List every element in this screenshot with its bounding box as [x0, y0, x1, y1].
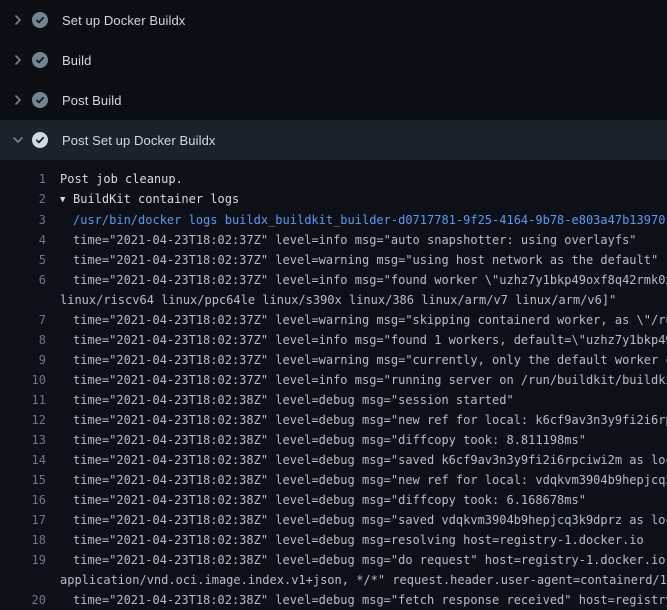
- step-label: Set up Docker Buildx: [62, 13, 185, 28]
- log-text: time="2021-04-23T18:02:37Z" level=warnin…: [46, 250, 658, 270]
- log-line: 12time="2021-04-23T18:02:38Z" level=debu…: [0, 410, 667, 430]
- line-number[interactable]: 6: [0, 270, 46, 290]
- log-text: time="2021-04-23T18:02:38Z" level=debug …: [46, 410, 667, 430]
- check-circle-icon: [32, 52, 48, 68]
- log-line: 16time="2021-04-23T18:02:38Z" level=debu…: [0, 490, 667, 510]
- log-text: time="2021-04-23T18:02:37Z" level=info m…: [46, 270, 667, 290]
- log-text: time="2021-04-23T18:02:37Z" level=info m…: [46, 230, 637, 250]
- log-line: application/vnd.oci.image.index.v1+json,…: [0, 570, 667, 590]
- log-text: time="2021-04-23T18:02:38Z" level=debug …: [46, 490, 586, 510]
- log-text: time="2021-04-23T18:02:38Z" level=debug …: [46, 450, 667, 470]
- log-line: 6time="2021-04-23T18:02:37Z" level=info …: [0, 270, 667, 290]
- log-line: 20time="2021-04-23T18:02:38Z" level=debu…: [0, 590, 667, 610]
- log-text: time="2021-04-23T18:02:37Z" level=warnin…: [46, 350, 667, 370]
- log-text: time="2021-04-23T18:02:38Z" level=debug …: [46, 430, 586, 450]
- log-viewer: 1Post job cleanup.2▼BuildKit container l…: [0, 160, 667, 610]
- line-number[interactable]: 2: [0, 189, 46, 210]
- check-circle-icon: [32, 12, 48, 28]
- log-line: 11time="2021-04-23T18:02:38Z" level=debu…: [0, 390, 667, 410]
- log-text: time="2021-04-23T18:02:37Z" level=warnin…: [46, 310, 667, 330]
- log-line: 8time="2021-04-23T18:02:37Z" level=info …: [0, 330, 667, 350]
- line-number[interactable]: 3: [0, 210, 46, 230]
- line-number[interactable]: 11: [0, 390, 46, 410]
- log-text: time="2021-04-23T18:02:38Z" level=debug …: [46, 530, 644, 550]
- chevron-right-icon: [10, 92, 26, 108]
- steps-list: Set up Docker Buildx Build Post Build Post …: [0, 0, 667, 160]
- log-line: 17time="2021-04-23T18:02:38Z" level=debu…: [0, 510, 667, 530]
- log-text: time="2021-04-23T18:02:37Z" level=info m…: [46, 370, 667, 390]
- line-number[interactable]: 15: [0, 470, 46, 490]
- log-line: 9time="2021-04-23T18:02:37Z" level=warni…: [0, 350, 667, 370]
- line-number[interactable]: 12: [0, 410, 46, 430]
- log-text: time="2021-04-23T18:02:38Z" level=debug …: [46, 550, 667, 570]
- step-row[interactable]: Post Build: [0, 80, 667, 120]
- log-line: 1Post job cleanup.: [0, 169, 667, 189]
- log-line: 18time="2021-04-23T18:02:38Z" level=debu…: [0, 530, 667, 550]
- line-number[interactable]: 5: [0, 250, 46, 270]
- log-text: time="2021-04-23T18:02:38Z" level=debug …: [46, 590, 667, 610]
- log-line: 15time="2021-04-23T18:02:38Z" level=debu…: [0, 470, 667, 490]
- line-number[interactable]: 8: [0, 330, 46, 350]
- line-number[interactable]: 7: [0, 310, 46, 330]
- log-line: 4time="2021-04-23T18:02:37Z" level=info …: [0, 230, 667, 250]
- log-line: 19time="2021-04-23T18:02:38Z" level=debu…: [0, 550, 667, 570]
- line-number[interactable]: 14: [0, 450, 46, 470]
- check-circle-icon: [32, 132, 48, 148]
- step-row[interactable]: Post Set up Docker Buildx: [0, 120, 667, 160]
- line-number[interactable]: 10: [0, 370, 46, 390]
- log-text: linux/riscv64 linux/ppc64le linux/s390x …: [46, 290, 616, 310]
- chevron-right-icon: [10, 52, 26, 68]
- step-label: Build: [62, 53, 91, 68]
- line-number[interactable]: 13: [0, 430, 46, 450]
- step-label: Post Set up Docker Buildx: [62, 133, 216, 148]
- chevron-down-icon: [10, 132, 26, 148]
- log-text: ▼BuildKit container logs: [46, 189, 239, 210]
- log-line: 5time="2021-04-23T18:02:37Z" level=warni…: [0, 250, 667, 270]
- step-row[interactable]: Set up Docker Buildx: [0, 0, 667, 40]
- log-text: time="2021-04-23T18:02:37Z" level=info m…: [46, 330, 667, 350]
- line-number[interactable]: 4: [0, 230, 46, 250]
- step-row[interactable]: Build: [0, 40, 667, 80]
- log-text: time="2021-04-23T18:02:38Z" level=debug …: [46, 510, 667, 530]
- group-toggle-icon[interactable]: ▼: [60, 190, 73, 210]
- check-circle-icon: [32, 92, 48, 108]
- log-text: /usr/bin/docker logs buildx_buildkit_bui…: [46, 210, 665, 230]
- line-number[interactable]: 20: [0, 590, 46, 610]
- log-line: 7time="2021-04-23T18:02:37Z" level=warni…: [0, 310, 667, 330]
- chevron-right-icon: [10, 12, 26, 28]
- log-line: 10time="2021-04-23T18:02:37Z" level=info…: [0, 370, 667, 390]
- log-line: 2▼BuildKit container logs: [0, 189, 667, 210]
- log-text: Post job cleanup.: [46, 169, 183, 189]
- line-number: [0, 570, 46, 590]
- line-number[interactable]: 1: [0, 169, 46, 189]
- line-number[interactable]: 17: [0, 510, 46, 530]
- log-line: 14time="2021-04-23T18:02:38Z" level=debu…: [0, 450, 667, 470]
- log-line: 13time="2021-04-23T18:02:38Z" level=debu…: [0, 430, 667, 450]
- line-number[interactable]: 18: [0, 530, 46, 550]
- line-number: [0, 290, 46, 310]
- line-number[interactable]: 16: [0, 490, 46, 510]
- log-text: time="2021-04-23T18:02:38Z" level=debug …: [46, 390, 514, 410]
- step-label: Post Build: [62, 93, 122, 108]
- log-text: time="2021-04-23T18:02:38Z" level=debug …: [46, 470, 667, 490]
- group-title: BuildKit container logs: [73, 192, 239, 206]
- line-number[interactable]: 19: [0, 550, 46, 570]
- line-number[interactable]: 9: [0, 350, 46, 370]
- log-text: application/vnd.oci.image.index.v1+json,…: [46, 570, 667, 590]
- log-line: linux/riscv64 linux/ppc64le linux/s390x …: [0, 290, 667, 310]
- log-line: 3/usr/bin/docker logs buildx_buildkit_bu…: [0, 210, 667, 230]
